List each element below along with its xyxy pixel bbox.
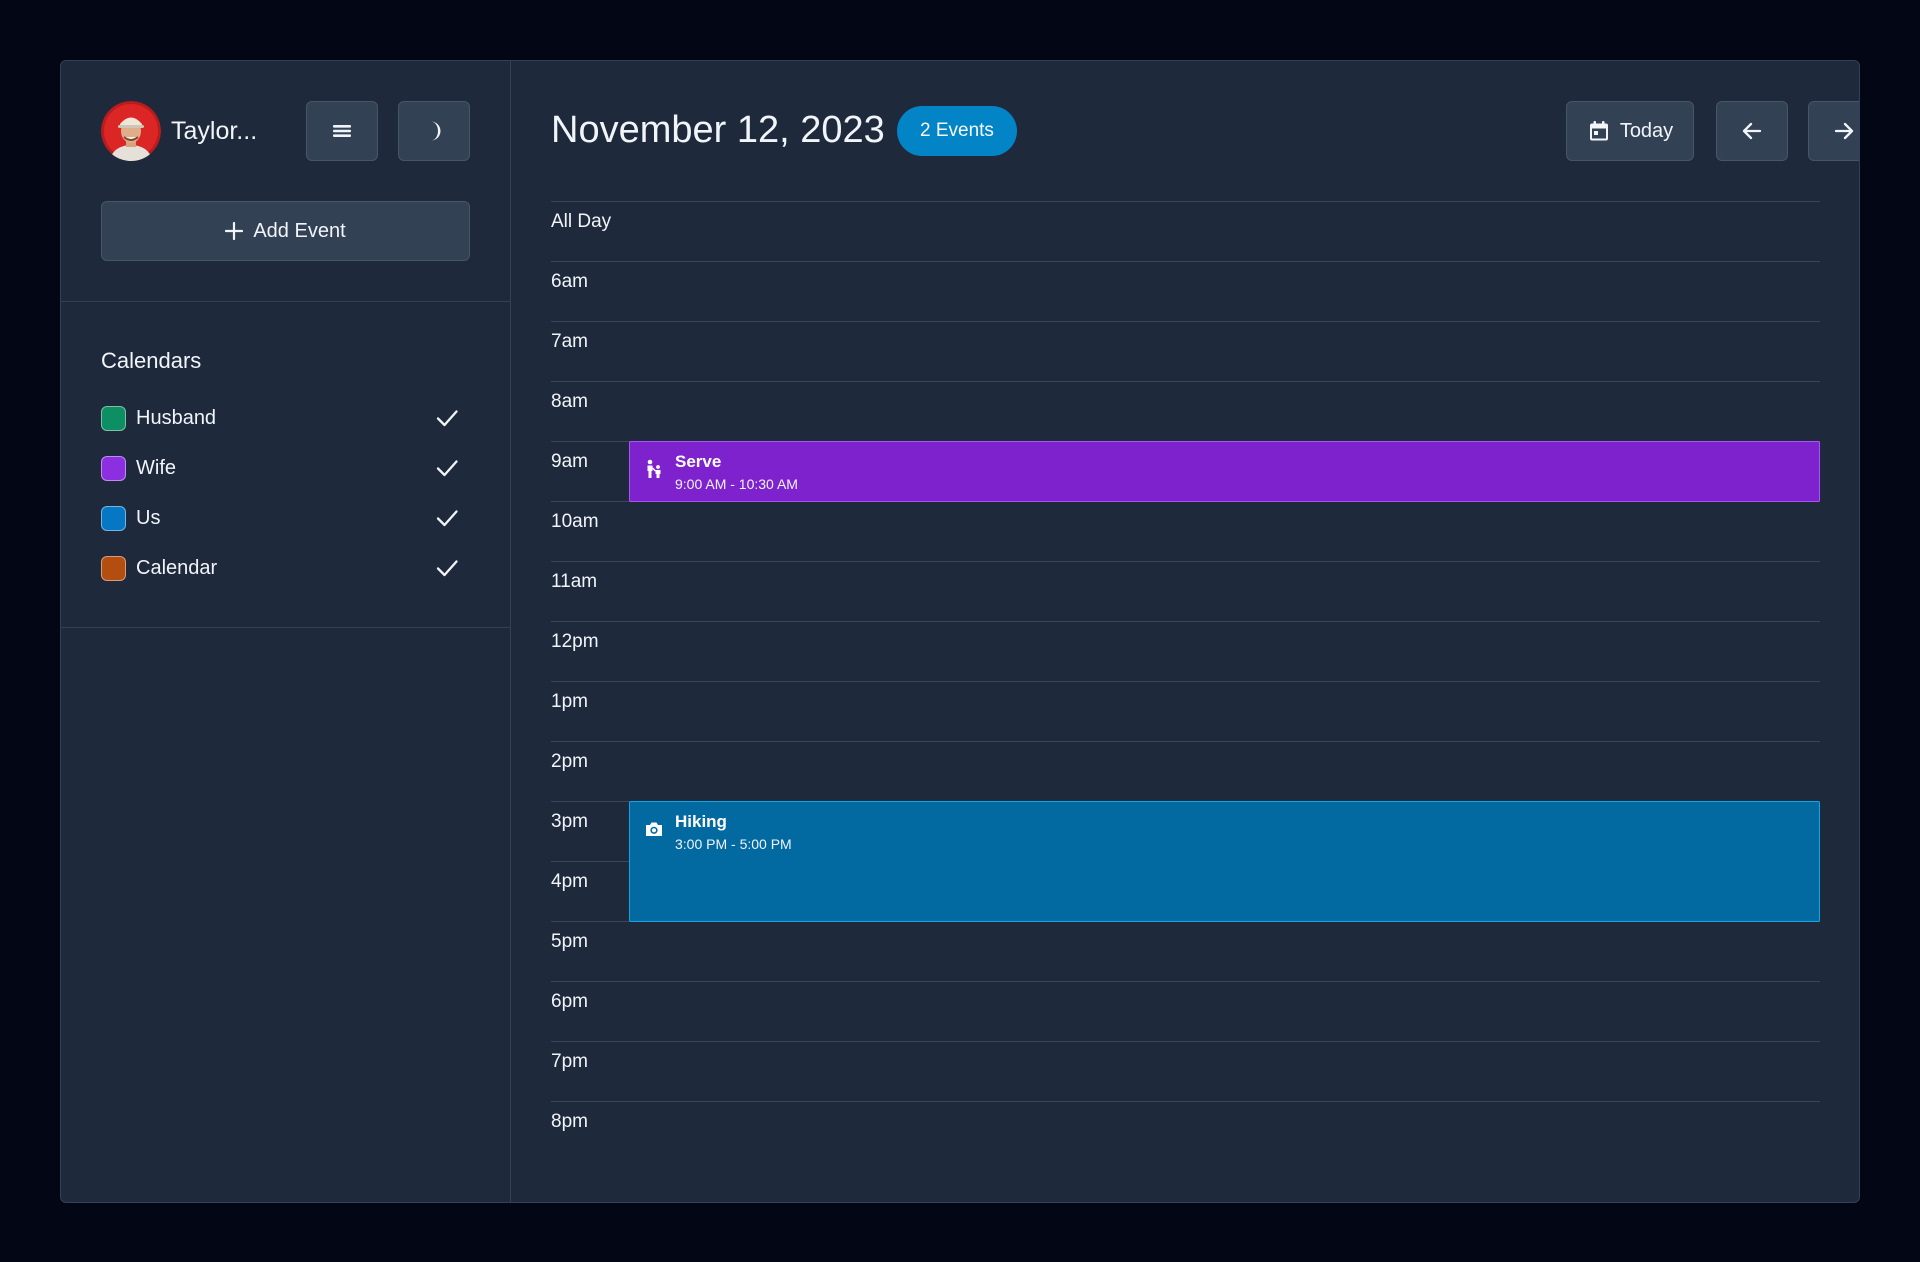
calendar-color-swatch: [101, 555, 126, 581]
hour-row[interactable]: 8pm: [551, 1101, 1820, 1161]
user-name: Taylor...: [171, 117, 258, 145]
hour-label: 11am: [551, 571, 598, 592]
calendar-label: Calendar: [136, 556, 218, 579]
calendars-section: Calendars Husband Wife Us Calendar: [61, 302, 511, 628]
calendars-title: Calendars: [101, 348, 202, 373]
calendar-item-wife[interactable]: Wife: [101, 448, 471, 488]
previous-day-button[interactable]: [1716, 101, 1788, 161]
check-icon: [436, 560, 458, 577]
calendar-label: Wife: [136, 456, 176, 479]
hour-row[interactable]: 12pm: [551, 621, 1820, 681]
hour-label: 4pm: [551, 871, 588, 892]
event-time: 3:00 PM - 5:00 PM: [675, 836, 792, 852]
hour-row[interactable]: 7am: [551, 321, 1820, 381]
hour-row[interactable]: 2pm: [551, 741, 1820, 801]
check-icon: [436, 410, 458, 427]
hour-row[interactable]: 6am: [551, 261, 1820, 321]
calendar-color-swatch: [101, 405, 126, 431]
hour-label: 10am: [551, 511, 599, 532]
calendar-color-swatch: [101, 455, 126, 481]
camera-icon: [646, 822, 662, 836]
hour-label: 8am: [551, 391, 588, 412]
hour-label: 8pm: [551, 1111, 588, 1132]
today-button[interactable]: Today: [1566, 101, 1694, 161]
hour-row[interactable]: 10am: [551, 501, 1820, 561]
hour-label: 6am: [551, 271, 588, 292]
calendar-label: Husband: [136, 406, 217, 429]
calendar-item-husband[interactable]: Husband: [101, 398, 471, 438]
calendar-app: Taylor... Add Event Calendars Husband Wi…: [60, 60, 1860, 1203]
calendar-item-calendar[interactable]: Calendar: [101, 548, 471, 588]
calendar-item-us[interactable]: Us: [101, 498, 471, 538]
hour-label: 5pm: [551, 931, 588, 952]
add-event-button[interactable]: Add Event: [101, 201, 470, 261]
calendar-color-swatch: [101, 505, 126, 531]
calendar-icon: [1589, 121, 1608, 141]
person-child-icon: [647, 459, 661, 478]
day-view: November 12, 2023 2 Events Today All Day…: [511, 61, 1859, 1202]
check-icon: [436, 510, 458, 527]
hour-row[interactable]: 8am: [551, 381, 1820, 441]
arrow-left-icon: [1742, 122, 1762, 140]
hour-label: 1pm: [551, 691, 588, 712]
hour-label: 2pm: [551, 751, 588, 772]
all-day-label: All Day: [551, 211, 612, 232]
hour-row[interactable]: 5pm: [551, 921, 1820, 981]
hour-row[interactable]: 11am: [551, 561, 1820, 621]
event-title: Serve: [675, 452, 722, 471]
check-icon: [436, 460, 458, 477]
menu-icon: [333, 125, 351, 137]
sidebar: Taylor... Add Event Calendars Husband Wi…: [61, 61, 511, 1202]
hour-label: 7am: [551, 331, 588, 352]
hour-label: 7pm: [551, 1051, 588, 1072]
event-time: 9:00 AM - 10:30 AM: [675, 476, 798, 492]
all-day-row[interactable]: All Day: [551, 201, 1820, 261]
arrow-right-icon: [1834, 122, 1854, 140]
hour-label: 3pm: [551, 811, 588, 832]
avatar[interactable]: [101, 101, 161, 161]
hour-label: 9am: [551, 451, 588, 472]
hour-label: 12pm: [551, 631, 599, 652]
add-event-label: Add Event: [253, 219, 346, 242]
theme-toggle-button[interactable]: [398, 101, 470, 161]
event-hiking[interactable]: Hiking 3:00 PM - 5:00 PM: [629, 801, 1820, 922]
events-count-badge: 2 Events: [897, 106, 1017, 156]
time-grid: All Day 6am 7am 8am 9am 10am 11am 12pm 1…: [551, 201, 1820, 1161]
event-title: Hiking: [675, 812, 727, 831]
next-day-button[interactable]: [1808, 101, 1859, 161]
page-title: November 12, 2023: [551, 109, 885, 151]
plus-icon: [225, 222, 244, 240]
hour-row[interactable]: 1pm: [551, 681, 1820, 741]
hour-row[interactable]: 7pm: [551, 1041, 1820, 1101]
moon-icon: [431, 121, 441, 141]
today-label: Today: [1619, 119, 1674, 142]
event-serve[interactable]: Serve 9:00 AM - 10:30 AM: [629, 441, 1820, 502]
hour-row[interactable]: 6pm: [551, 981, 1820, 1041]
menu-button[interactable]: [306, 101, 378, 161]
hour-label: 6pm: [551, 991, 588, 1012]
calendar-label: Us: [136, 506, 161, 529]
sidebar-header: Taylor... Add Event: [61, 61, 511, 302]
